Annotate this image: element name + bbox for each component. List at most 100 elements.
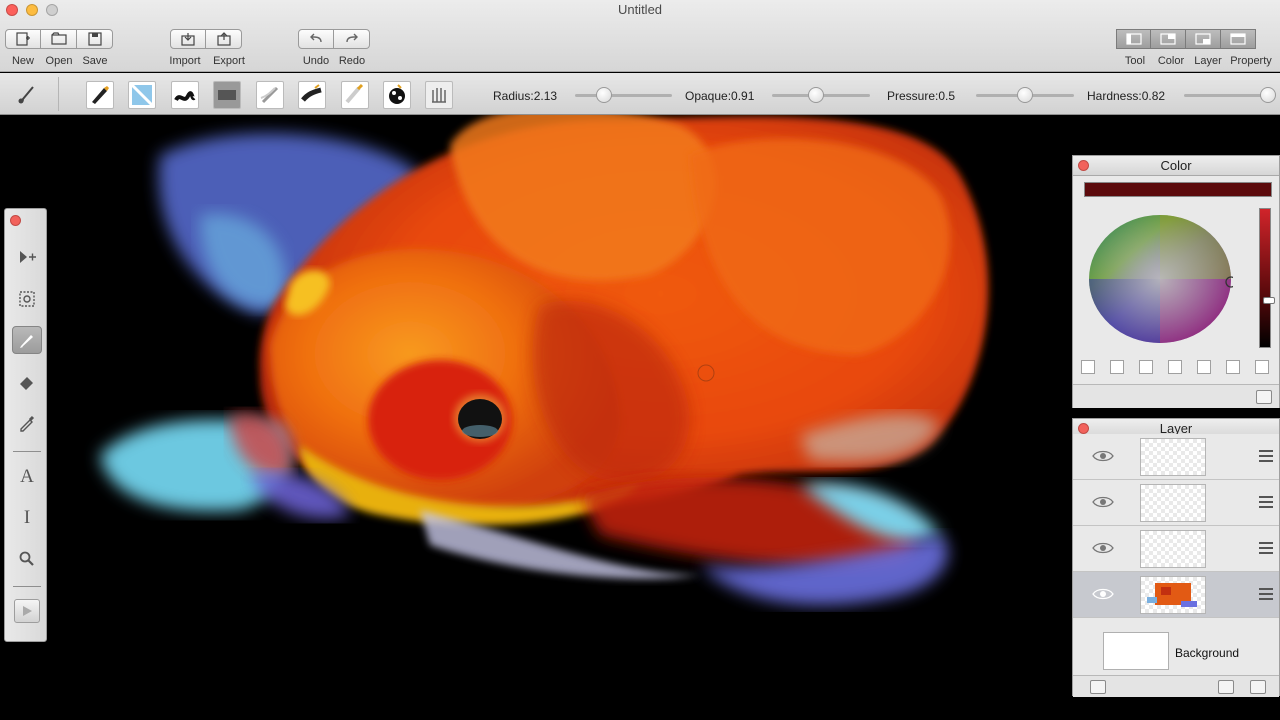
hardness-slider[interactable] [1184, 94, 1272, 97]
radius-slider[interactable] [575, 94, 672, 97]
property-panel-toggle[interactable] [1221, 29, 1256, 49]
layer-panel-footer [1073, 675, 1279, 697]
panel-toggle-labels: Tool Color Layer Property [1118, 55, 1276, 67]
hardness-label: Hardness:0.82 [1087, 89, 1166, 103]
zoom-tool[interactable] [12, 545, 42, 573]
text-cursor-tool[interactable]: I [12, 504, 42, 532]
layer-panel-close-button[interactable] [1078, 423, 1089, 434]
color-wheel[interactable] [1087, 212, 1233, 346]
new-button[interactable] [5, 29, 41, 49]
brush-preset-ink[interactable] [171, 81, 199, 109]
layer-row-selected[interactable] [1073, 572, 1279, 618]
brush-preset-more[interactable] [425, 81, 453, 109]
new-label: New [11, 55, 34, 67]
pressure-slider-knob[interactable] [1017, 87, 1033, 103]
eye-icon[interactable] [1092, 540, 1114, 556]
color-swatch[interactable] [1226, 360, 1240, 374]
color-panel-close-button[interactable] [1078, 160, 1089, 171]
color-panel-toggle[interactable] [1151, 29, 1186, 49]
play-button[interactable] [14, 599, 40, 623]
ink-brush-icon [174, 91, 196, 102]
property-label: Property [1230, 55, 1272, 67]
undo-arrow-icon [310, 33, 322, 43]
save-button[interactable] [77, 29, 113, 49]
export-icon [216, 32, 231, 46]
background-thumbnail [1103, 632, 1169, 670]
brush-preset-oil[interactable] [298, 81, 326, 109]
layer-row[interactable] [1073, 434, 1279, 480]
brush-preset-charcoal[interactable] [213, 81, 241, 109]
import-button[interactable] [170, 29, 206, 49]
brightness-slider[interactable] [1259, 208, 1275, 348]
merge-layer-icon[interactable] [1090, 680, 1106, 694]
tool-palette-close-button[interactable] [10, 215, 21, 226]
new-document-icon [16, 32, 30, 46]
open-button[interactable] [41, 29, 77, 49]
color-label: Color [1157, 55, 1185, 67]
radius-slider-knob[interactable] [596, 87, 613, 103]
layer-panel: Layer Background [1072, 418, 1280, 697]
add-layer-icon[interactable] [1218, 680, 1234, 694]
eye-icon[interactable] [1092, 586, 1114, 602]
layer-drag-handle-icon[interactable] [1259, 588, 1273, 600]
layer-row[interactable] [1073, 480, 1279, 526]
magnifier-icon [19, 551, 34, 566]
color-panel-footer [1073, 384, 1279, 408]
layer-drag-handle-icon[interactable] [1259, 542, 1273, 554]
color-swatch[interactable] [1197, 360, 1211, 374]
window-title: Untitled [617, 2, 663, 17]
layer-thumbnail-goldfish [1140, 576, 1206, 614]
goldfish-thumbnail [1147, 583, 1197, 607]
color-panel-icon [1160, 33, 1176, 45]
brush-preset-crayon[interactable] [341, 81, 369, 109]
color-swatch[interactable] [1255, 360, 1269, 374]
opaque-slider-knob[interactable] [808, 87, 825, 103]
crayon-brush-icon [345, 83, 364, 104]
text-tool[interactable]: A [12, 463, 42, 491]
current-brush-icon[interactable] [16, 83, 38, 105]
eye-icon[interactable] [1092, 448, 1114, 464]
color-swatch[interactable] [1110, 360, 1124, 374]
color-swatch[interactable] [1139, 360, 1153, 374]
brush-preset-pencil[interactable] [256, 81, 284, 109]
color-swatches [1081, 360, 1269, 374]
layer-drag-handle-icon[interactable] [1259, 496, 1273, 508]
hardness-slider-knob[interactable] [1259, 87, 1276, 103]
redo-button[interactable] [334, 29, 370, 49]
layer-row[interactable] [1073, 526, 1279, 572]
brush-tool[interactable] [12, 326, 42, 354]
tool-panel-icon [1125, 33, 1142, 45]
current-color-swatch[interactable] [1084, 182, 1272, 197]
text-cursor-icon: I [23, 507, 31, 528]
opaque-label: Opaque:0.91 [685, 89, 755, 103]
layer-panel-icon [1195, 33, 1211, 45]
brush-preset-airbrush[interactable] [128, 81, 156, 109]
eye-icon[interactable] [1092, 494, 1114, 510]
move-arrow-icon [20, 251, 36, 263]
tool-panel-toggle[interactable] [1116, 29, 1151, 49]
layer-label: Layer [1194, 55, 1222, 67]
panel-toggle-group [1116, 29, 1256, 49]
disk-icon [87, 32, 102, 46]
save-label: Save [82, 55, 108, 67]
import-export-group [170, 29, 242, 49]
brush-preset-texture[interactable] [383, 81, 411, 109]
color-swatch[interactable] [1168, 360, 1182, 374]
layer-drag-handle-icon[interactable] [1259, 450, 1273, 462]
color-swatch[interactable] [1081, 360, 1095, 374]
brightness-slider-knob[interactable] [1263, 297, 1275, 304]
background-layer-row[interactable]: Background [1073, 622, 1279, 678]
layer-panel-toggle[interactable] [1186, 29, 1221, 49]
export-label: Export [213, 55, 245, 67]
move-tool[interactable] [12, 243, 42, 271]
eyedropper-tool[interactable] [12, 408, 42, 436]
layer-thumbnail [1140, 484, 1206, 522]
transform-tool[interactable] [12, 285, 42, 313]
file-button-labels: New Open Save [5, 55, 113, 67]
color-settings-icon[interactable] [1256, 390, 1272, 404]
delete-layer-trash-icon[interactable] [1250, 680, 1266, 694]
eraser-tool[interactable] [12, 367, 42, 395]
export-button[interactable] [206, 29, 242, 49]
undo-button[interactable] [298, 29, 334, 49]
brush-preset-pen[interactable] [86, 81, 114, 109]
